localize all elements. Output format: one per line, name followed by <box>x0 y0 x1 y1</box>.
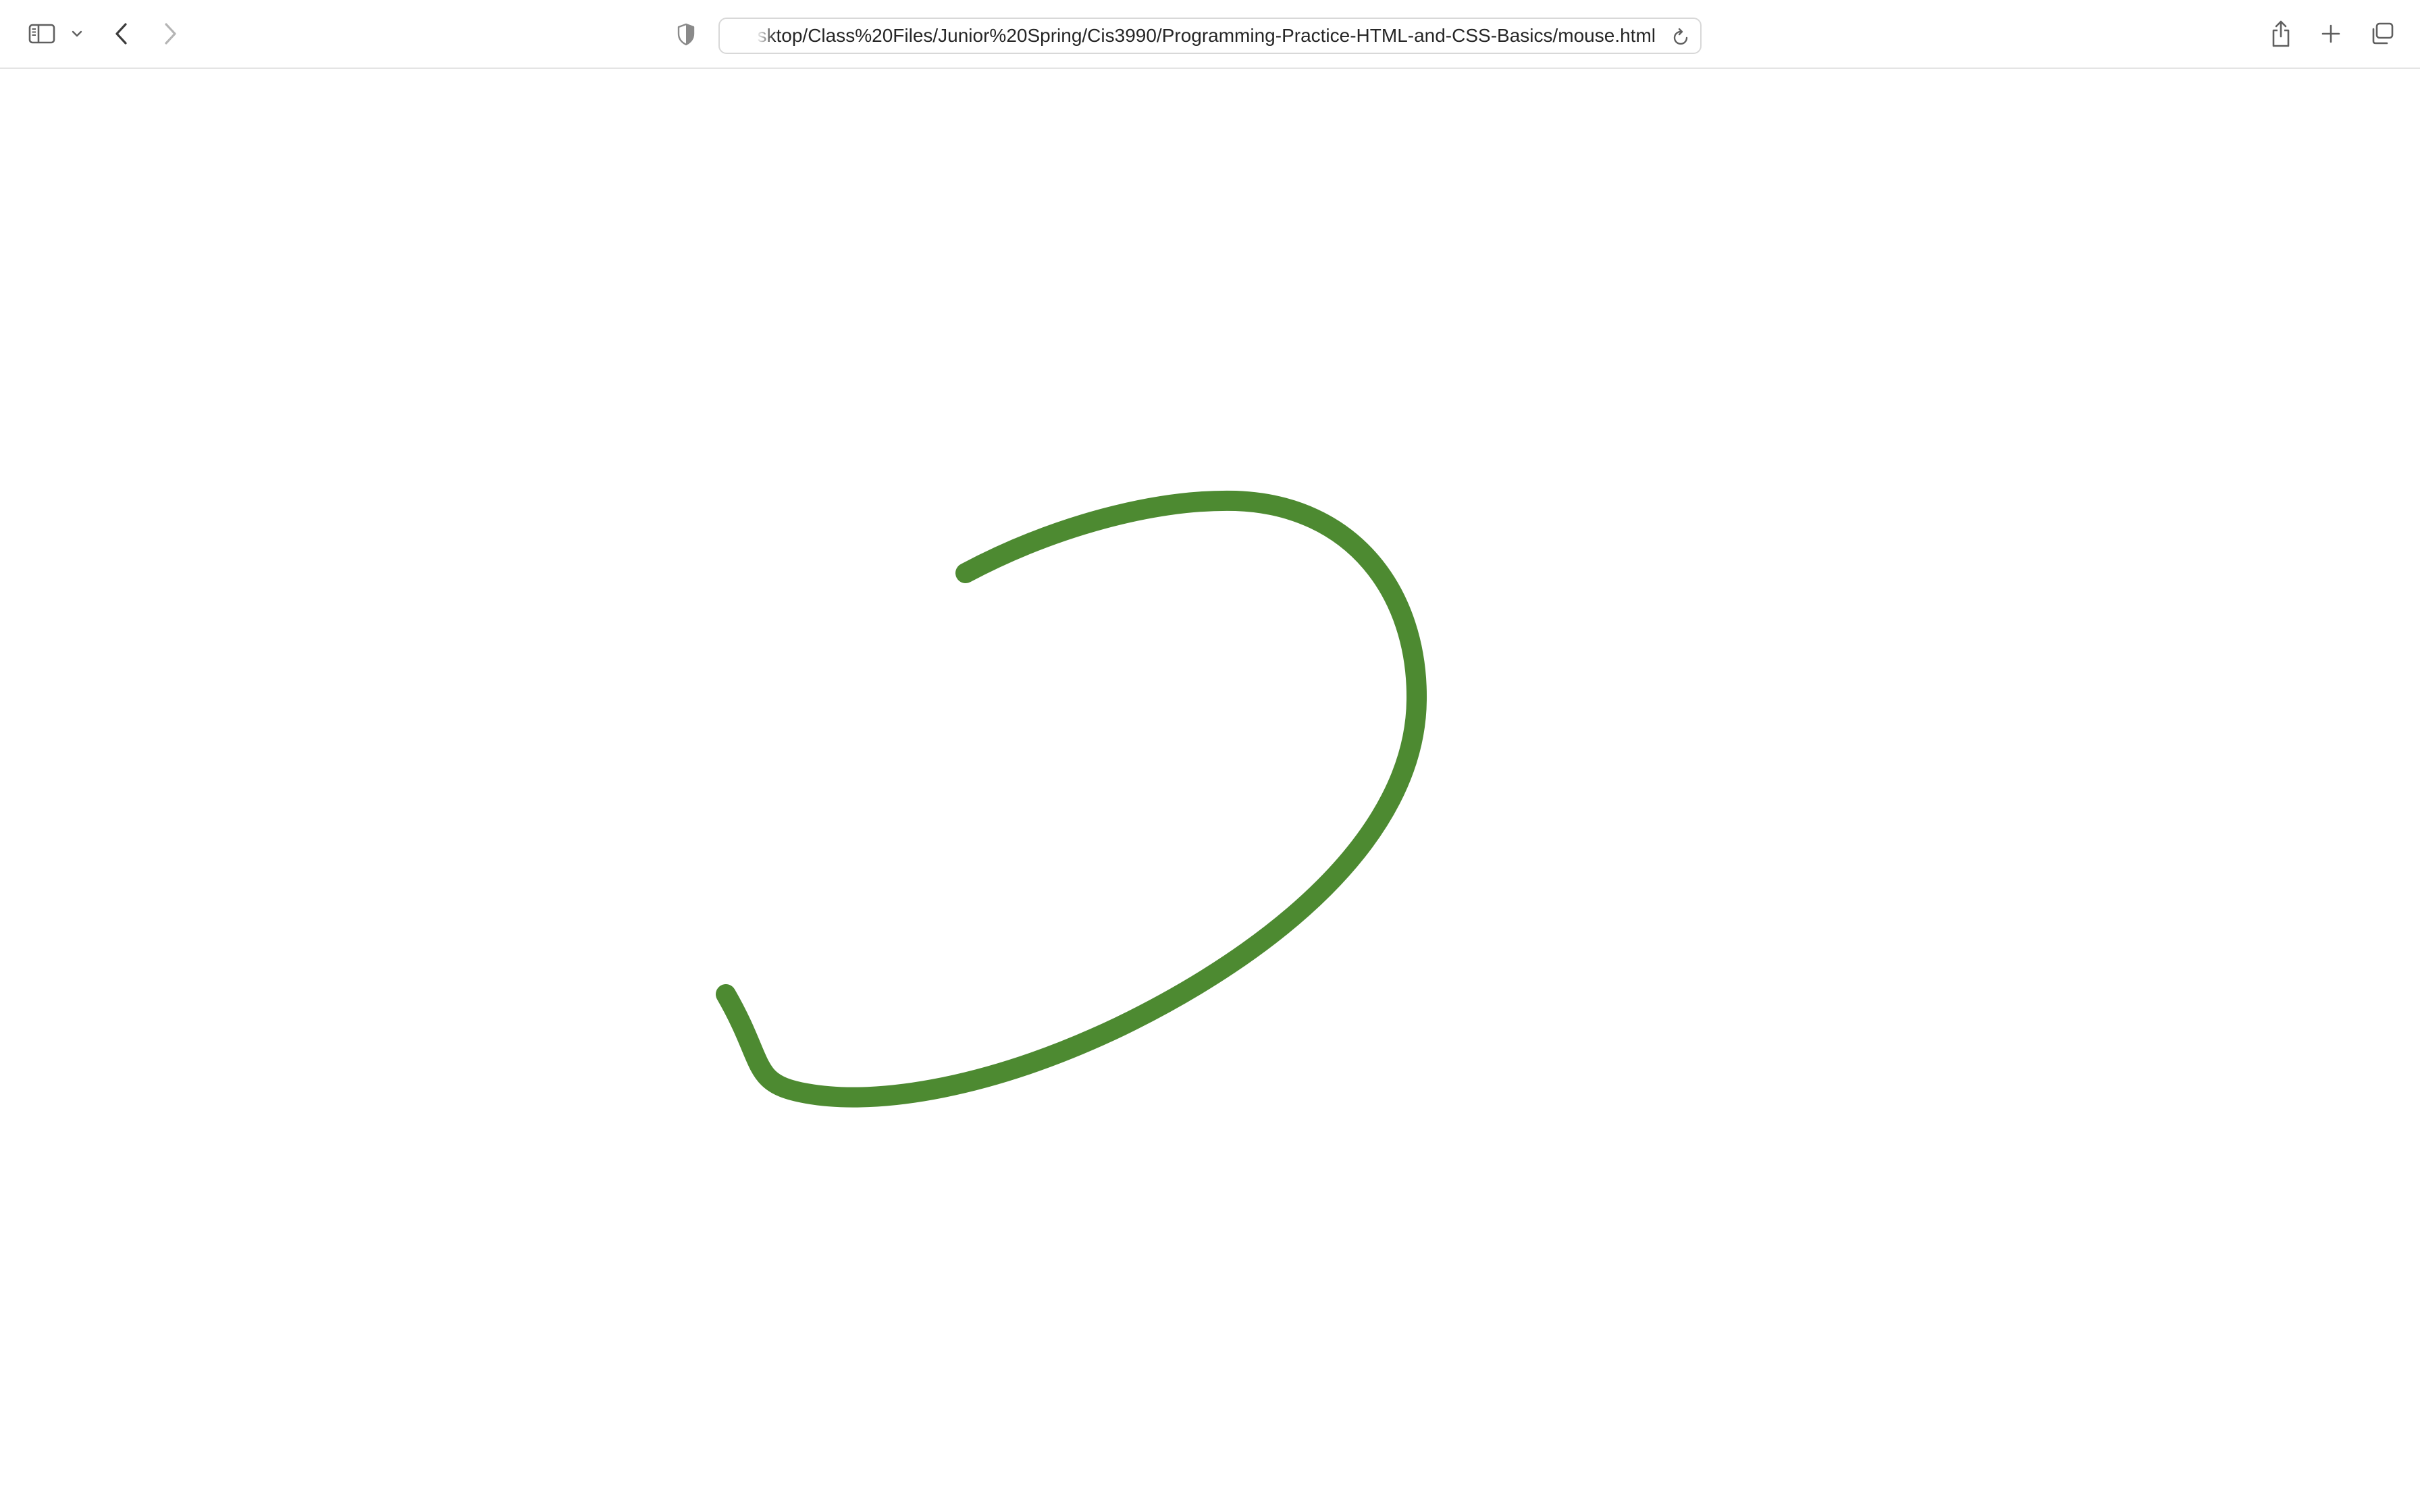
tabs-overview-icon[interactable] <box>2366 19 2398 49</box>
chevron-left-icon[interactable] <box>108 18 135 50</box>
reload-icon[interactable] <box>1666 22 1696 52</box>
chevron-right-icon[interactable] <box>157 18 184 50</box>
page-canvas[interactable] <box>0 69 2420 1512</box>
sidebar-toggle-icon[interactable] <box>24 19 59 49</box>
shield-icon[interactable] <box>673 20 700 49</box>
address-bar[interactable]: Desktop/Class%20Files/Junior%20Spring/Ci… <box>718 18 1702 54</box>
share-icon[interactable] <box>2266 16 2296 51</box>
plus-icon[interactable] <box>2316 19 2346 49</box>
address-text[interactable]: Desktop/Class%20Files/Junior%20Spring/Ci… <box>756 19 1656 53</box>
drawing-canvas[interactable] <box>0 69 2420 1512</box>
mouse-trail-stroke <box>716 490 1427 1108</box>
browser-toolbar: Desktop/Class%20Files/Junior%20Spring/Ci… <box>0 0 2420 69</box>
chevron-down-icon[interactable] <box>68 24 86 43</box>
